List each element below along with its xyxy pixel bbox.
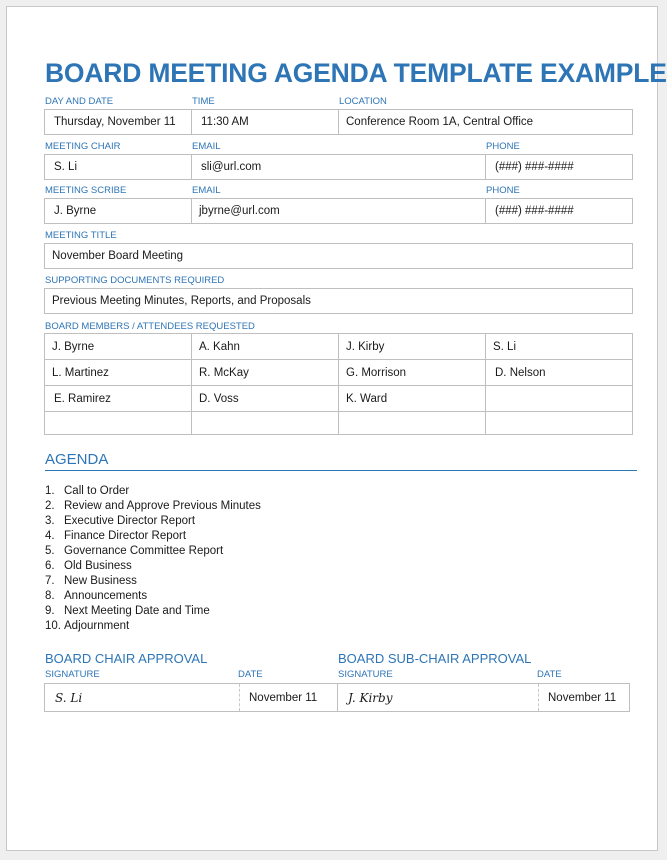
attendee-cell[interactable] — [485, 411, 633, 435]
attendee-cell[interactable]: D. Voss — [191, 385, 339, 412]
chair-email-label: EMAIL — [192, 141, 221, 152]
attendee-cell[interactable]: R. McKay — [191, 359, 339, 386]
sub-chair-date-label: DATE — [537, 669, 562, 680]
chair-table: S. Li sli@url.com (###) ###-#### — [44, 154, 633, 180]
agenda-item: 8. Announcements — [45, 589, 261, 604]
attendee-cell[interactable] — [338, 411, 486, 435]
agenda-item: 1. Call to Order — [45, 484, 261, 499]
agenda-item-number: 2. — [45, 500, 55, 512]
chair-labels: MEETING CHAIR EMAIL PHONE — [45, 141, 633, 153]
chair-date-label: DATE — [238, 669, 263, 680]
chair-signature-field[interactable]: S. Li — [45, 684, 239, 711]
chair-signature-label: SIGNATURE — [45, 669, 100, 680]
day-and-date-label: DAY AND DATE — [45, 96, 114, 107]
attendee-cell[interactable] — [485, 385, 633, 412]
attendee-cell[interactable]: J. Kirby — [338, 333, 486, 360]
board-chair-approval-heading: BOARD CHAIR APPROVAL — [45, 651, 208, 666]
scribe-phone-label: PHONE — [486, 185, 520, 196]
agenda-item: 4. Finance Director Report — [45, 529, 261, 544]
agenda-item-text: Adjournment — [64, 620, 130, 632]
attendee-cell[interactable]: S. Li — [485, 333, 633, 360]
chair-phone-label: PHONE — [486, 141, 520, 152]
sub-chair-signature-field[interactable]: J. Kirby — [338, 684, 538, 711]
location-label: LOCATION — [339, 96, 387, 107]
agenda-item-number: 1. — [45, 485, 55, 497]
chair-email-field[interactable]: sli@url.com — [191, 154, 486, 180]
agenda-item-number: 7. — [45, 575, 55, 587]
agenda-item-text: Old Business — [64, 560, 132, 572]
agenda-item-text: Call to Order — [64, 485, 130, 497]
attendee-cell[interactable] — [191, 411, 339, 435]
agenda-item-text: Governance Committee Report — [64, 545, 224, 557]
agenda-heading: AGENDA — [45, 451, 637, 471]
attendee-cell[interactable]: J. Byrne — [44, 333, 192, 360]
chair-phone-field[interactable]: (###) ###-#### — [485, 154, 633, 180]
approval-signature-box: S. Li November 11 J. Kirby November 11 — [44, 683, 630, 712]
meeting-title-label-row: MEETING TITLE — [45, 230, 633, 242]
time-label: TIME — [192, 96, 215, 107]
meeting-title-field[interactable]: November Board Meeting — [44, 243, 633, 269]
document-title: BOARD MEETING AGENDA TEMPLATE EXAMPLE — [45, 58, 667, 88]
agenda-item-number: 4. — [45, 530, 55, 542]
meeting-info-labels: DAY AND DATE TIME LOCATION — [45, 96, 633, 108]
meeting-info-table: Thursday, November 11 11:30 AM Conferenc… — [44, 109, 633, 135]
attendee-row: J. Byrne A. Kahn J. Kirby S. Li — [44, 333, 633, 360]
meeting-scribe-field[interactable]: J. Byrne — [44, 198, 192, 224]
agenda-item-number: 10. — [45, 620, 61, 632]
meeting-scribe-label: MEETING SCRIBE — [45, 185, 127, 196]
attendee-cell[interactable] — [44, 411, 192, 435]
attendee-cell[interactable]: L. Martinez — [44, 359, 192, 386]
sub-chair-signature-label: SIGNATURE — [338, 669, 393, 680]
agenda-item-text: Executive Director Report — [64, 515, 196, 527]
attendee-cell[interactable]: G. Morrison — [338, 359, 486, 386]
agenda-list: 1. Call to Order 2. Review and Approve Pre… — [45, 484, 261, 634]
time-field[interactable]: 11:30 AM — [191, 109, 339, 135]
meeting-title-label: MEETING TITLE — [45, 230, 117, 241]
scribe-email-label: EMAIL — [192, 185, 221, 196]
attendees-table: J. Byrne A. Kahn J. Kirby S. Li L. Marti… — [44, 333, 633, 435]
meeting-title-table: November Board Meeting — [44, 243, 633, 269]
scribe-phone-field[interactable]: (###) ###-#### — [485, 198, 633, 224]
agenda-item: 6. Old Business — [45, 559, 261, 574]
attendees-label-row: BOARD MEMBERS / ATTENDEES REQUESTED — [45, 321, 633, 333]
meeting-chair-field[interactable]: S. Li — [44, 154, 192, 180]
supporting-documents-label: SUPPORTING DOCUMENTS REQUIRED — [45, 275, 225, 286]
attendee-cell[interactable]: D. Nelson — [485, 359, 633, 386]
supporting-documents-field[interactable]: Previous Meeting Minutes, Reports, and P… — [44, 288, 633, 314]
agenda-item-text: Review and Approve Previous Minutes — [64, 500, 261, 512]
agenda-item-text: Finance Director Report — [64, 530, 187, 542]
attendee-row: E. Ramirez D. Voss K. Ward — [44, 385, 633, 412]
agenda-item: 2. Review and Approve Previous Minutes — [45, 499, 261, 514]
sub-chair-date-field[interactable]: November 11 — [538, 684, 629, 711]
day-and-date-field[interactable]: Thursday, November 11 — [44, 109, 192, 135]
agenda-item-number: 3. — [45, 515, 55, 527]
attendee-cell[interactable]: K. Ward — [338, 385, 486, 412]
attendee-row: L. Martinez R. McKay G. Morrison D. Nels… — [44, 359, 633, 386]
agenda-item: 7. New Business — [45, 574, 261, 589]
agenda-item-text: Announcements — [64, 590, 148, 602]
supporting-documents-table: Previous Meeting Minutes, Reports, and P… — [44, 288, 633, 314]
agenda-item-text: Next Meeting Date and Time — [64, 605, 210, 617]
attendee-cell[interactable]: A. Kahn — [191, 333, 339, 360]
supporting-docs-label-row: SUPPORTING DOCUMENTS REQUIRED — [45, 275, 633, 287]
agenda-item: 3. Executive Director Report — [45, 514, 261, 529]
board-sub-chair-approval-heading: BOARD SUB-CHAIR APPROVAL — [338, 651, 532, 666]
location-field[interactable]: Conference Room 1A, Central Office — [338, 109, 633, 135]
agenda-item: 9. Next Meeting Date and Time — [45, 604, 261, 619]
attendees-label: BOARD MEMBERS / ATTENDEES REQUESTED — [45, 321, 255, 332]
agenda-item: 5. Governance Committee Report — [45, 544, 261, 559]
scribe-table: J. Byrne jbyrne@url.com (###) ###-#### — [44, 198, 633, 224]
agenda-item-number: 8. — [45, 590, 55, 602]
attendee-cell[interactable]: E. Ramirez — [44, 385, 192, 412]
agenda-item-number: 9. — [45, 605, 55, 617]
agenda-item-number: 5. — [45, 545, 55, 557]
agenda-item-number: 6. — [45, 560, 55, 572]
chair-date-field[interactable]: November 11 — [239, 684, 338, 711]
attendee-row — [44, 411, 633, 435]
agenda-item-text: New Business — [64, 575, 137, 587]
scribe-labels: MEETING SCRIBE EMAIL PHONE — [45, 185, 633, 197]
meeting-chair-label: MEETING CHAIR — [45, 141, 121, 152]
scribe-email-field[interactable]: jbyrne@url.com — [191, 198, 486, 224]
agenda-item: 10. Adjournment — [45, 619, 261, 634]
